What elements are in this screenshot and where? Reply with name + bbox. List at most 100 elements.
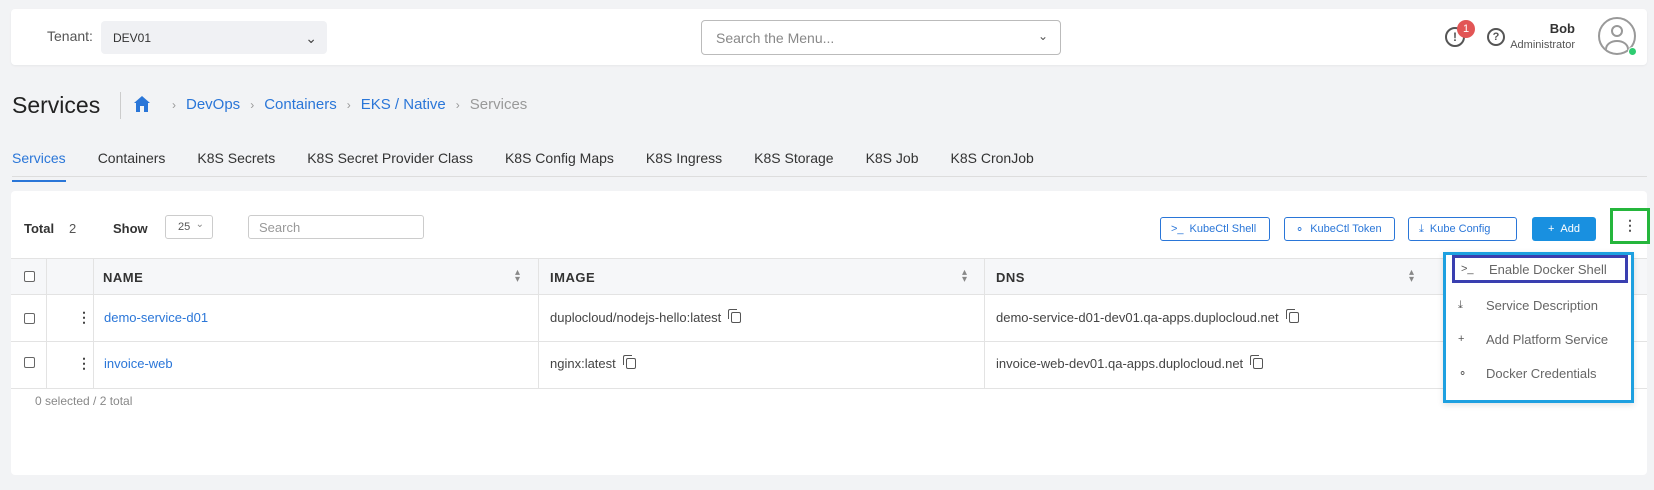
menu-item-docker-credentials[interactable]: ⚬ Docker Credentials — [1452, 359, 1628, 387]
avatar-body-shape — [1605, 40, 1629, 53]
more-options-button[interactable]: ⋮ — [1610, 208, 1650, 244]
tab-k8s-secrets[interactable]: K8S Secrets — [197, 150, 275, 182]
breadcrumb-separator: › — [346, 97, 351, 112]
tab-k8s-storage[interactable]: K8S Storage — [754, 150, 833, 182]
column-divider — [46, 259, 47, 296]
service-name-link[interactable]: invoice-web — [104, 356, 173, 371]
image-cell: duplocloud/nodejs-hello:latest — [550, 309, 742, 325]
tab-k8s-job[interactable]: K8S Job — [866, 150, 919, 182]
tab-bar: Services Containers K8S Secrets K8S Secr… — [12, 150, 1066, 182]
download-icon: ⤓ — [1419, 222, 1424, 235]
tab-k8s-cronjob[interactable]: K8S CronJob — [951, 150, 1034, 182]
tab-k8s-ingress[interactable]: K8S Ingress — [646, 150, 722, 182]
breadcrumb-current: Services — [469, 96, 528, 113]
tenant-select[interactable]: DEV01 ⌄ — [101, 21, 327, 54]
dns-cell: demo-service-d01-dev01.qa-apps.duploclou… — [996, 309, 1299, 325]
column-divider — [538, 342, 539, 389]
tab-k8s-config-maps[interactable]: K8S Config Maps — [505, 150, 614, 182]
column-divider — [93, 295, 94, 342]
menu-item-label: Add Platform Service — [1486, 331, 1609, 347]
column-divider — [93, 259, 94, 296]
show-label: Show — [113, 221, 148, 236]
plus-icon: + — [1547, 223, 1555, 235]
breadcrumb-containers[interactable]: Containers — [264, 96, 337, 113]
user-name[interactable]: Bob — [1550, 21, 1575, 36]
copy-icon[interactable] — [622, 355, 636, 369]
breadcrumb-devops[interactable]: DevOps — [186, 96, 240, 113]
column-header-image[interactable]: IMAGE — [550, 270, 595, 285]
services-card: Total 2 Show 25 ⌄ Search >_ KubeCtl Shel… — [11, 191, 1650, 475]
page-title: Services — [12, 92, 101, 118]
search-input[interactable]: Search — [248, 215, 424, 239]
breadcrumb-separator: › — [172, 97, 176, 112]
menu-item-add-platform-service[interactable]: + Add Platform Service — [1452, 325, 1628, 353]
copy-icon[interactable] — [728, 309, 742, 323]
kube-config-button[interactable]: ⤓ Kube Config — [1408, 217, 1517, 241]
add-label: Add — [1560, 223, 1580, 235]
kubectl-shell-label: KubeCtl Shell — [1189, 223, 1257, 235]
sort-icon[interactable]: ▴ ▾ — [962, 268, 967, 285]
select-all-checkbox[interactable] — [24, 271, 35, 282]
dns-cell: invoice-web-dev01.qa-apps.duplocloud.net — [996, 355, 1264, 371]
column-divider — [93, 342, 94, 389]
key-icon: ⚬ — [1295, 223, 1305, 236]
row-actions-icon[interactable]: ⋮ — [77, 355, 91, 372]
image-value: duplocloud/nodejs-hello:latest — [550, 310, 722, 325]
column-header-dns[interactable]: DNS — [996, 270, 1025, 285]
add-button[interactable]: + Add — [1532, 217, 1596, 241]
menu-item-label: Enable Docker Shell — [1489, 261, 1607, 277]
menu-item-label: Docker Credentials — [1486, 365, 1597, 381]
column-divider — [984, 342, 985, 389]
kubectl-shell-button[interactable]: >_ KubeCtl Shell — [1160, 217, 1270, 241]
sort-icon[interactable]: ▴ ▾ — [1409, 268, 1414, 285]
key-icon: ⚬ — [1458, 367, 1468, 380]
help-icon[interactable]: ? — [1487, 28, 1505, 46]
column-divider — [46, 295, 47, 342]
plus-icon: + — [1458, 333, 1465, 345]
top-bar: Tenant: DEV01 ⌄ Search the Menu... ⌄ ! 1… — [11, 9, 1647, 65]
online-status-dot — [1628, 47, 1637, 56]
chevron-down-icon: ⌄ — [195, 219, 204, 230]
image-cell: nginx:latest — [550, 355, 636, 371]
row-checkbox[interactable] — [24, 357, 35, 368]
row-actions-icon[interactable]: ⋮ — [77, 309, 91, 326]
tab-k8s-secret-provider-class[interactable]: K8S Secret Provider Class — [307, 150, 473, 182]
table-row: ⋮ invoice-web nginx:latest invoice-web-d… — [11, 342, 1647, 389]
table-header: NAME ▴ ▾ IMAGE ▴ ▾ DNS ▴ ▾ — [11, 258, 1647, 296]
breadcrumb-eks-native[interactable]: EKS / Native — [361, 96, 446, 113]
alert-badge: 1 — [1457, 20, 1475, 38]
breadcrumb-separator: › — [455, 97, 460, 112]
kubectl-token-label: KubeCtl Token — [1310, 223, 1382, 235]
menu-item-enable-docker-shell[interactable]: >_ Enable Docker Shell — [1452, 255, 1628, 283]
chevron-down-icon: ⌄ — [1037, 29, 1048, 43]
tabs-divider — [12, 176, 1647, 177]
page-size-value: 25 — [178, 221, 191, 233]
home-icon[interactable] — [133, 95, 151, 113]
column-divider — [984, 259, 985, 296]
dns-value: demo-service-d01-dev01.qa-apps.duploclou… — [996, 310, 1279, 325]
breadcrumb-separator: › — [250, 97, 255, 112]
copy-icon[interactable] — [1285, 309, 1299, 323]
total-label: Total — [24, 221, 55, 236]
column-divider — [984, 295, 985, 342]
page-size-select[interactable]: 25 ⌄ — [165, 215, 213, 239]
avatar-head-shape — [1611, 25, 1623, 37]
menu-search-input[interactable]: Search the Menu... ⌄ — [701, 20, 1061, 55]
tenant-label: Tenant: — [47, 28, 93, 44]
user-role: Administrator — [1510, 39, 1575, 51]
kubectl-token-button[interactable]: ⚬ KubeCtl Token — [1284, 217, 1395, 241]
column-header-name[interactable]: NAME — [103, 270, 143, 285]
image-value: nginx:latest — [550, 356, 616, 371]
tab-services[interactable]: Services — [12, 150, 66, 182]
row-checkbox[interactable] — [24, 313, 35, 324]
column-divider — [538, 295, 539, 342]
copy-icon[interactable] — [1250, 355, 1264, 369]
title-divider — [120, 92, 121, 119]
download-icon: ⤓ — [1458, 298, 1463, 311]
service-name-link[interactable]: demo-service-d01 — [104, 310, 208, 325]
dns-value: invoice-web-dev01.qa-apps.duplocloud.net — [996, 356, 1244, 371]
tab-containers[interactable]: Containers — [98, 150, 166, 182]
menu-item-service-description[interactable]: ⤓ Service Description — [1452, 291, 1628, 319]
menu-item-label: Service Description — [1486, 297, 1598, 313]
sort-icon[interactable]: ▴ ▾ — [515, 268, 520, 285]
